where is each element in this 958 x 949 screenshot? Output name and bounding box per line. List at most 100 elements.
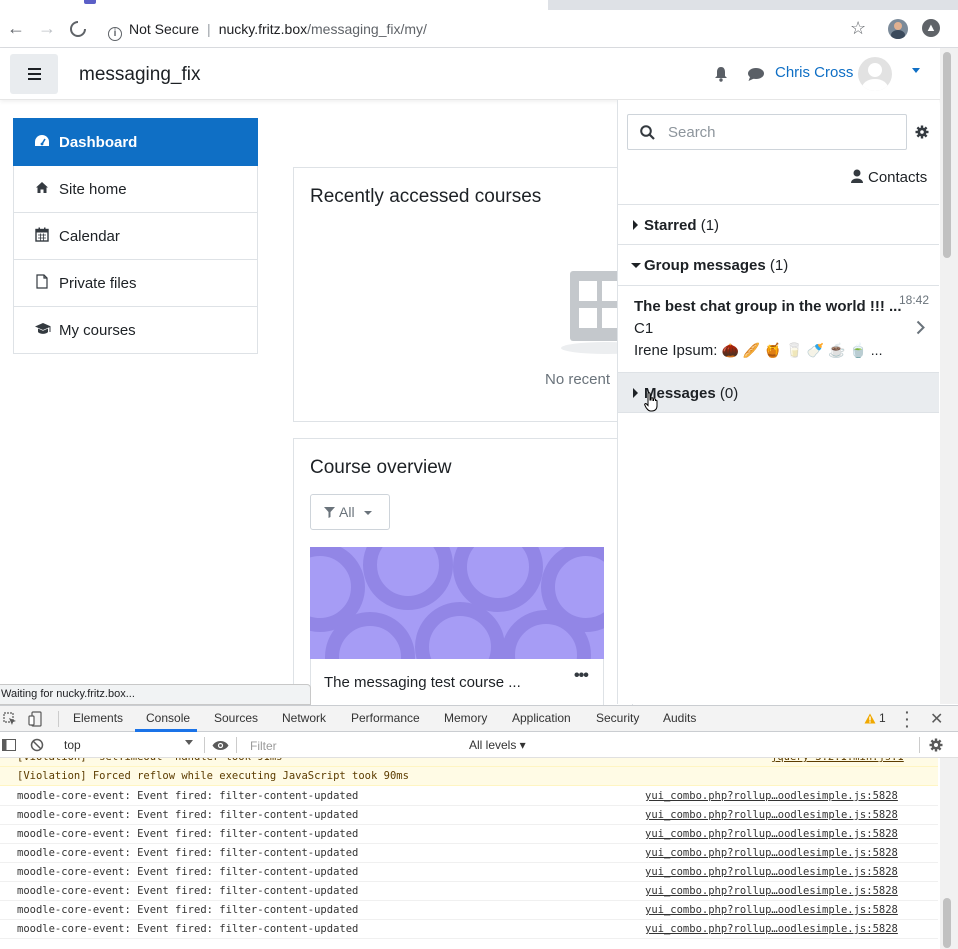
tab-audits[interactable]: Audits [663, 711, 696, 725]
chat-bubble-icon[interactable] [747, 67, 765, 82]
log-message: moodle-core-event: Event fired: filter-c… [17, 828, 359, 840]
loading-spinner-icon[interactable] [68, 19, 88, 39]
site-name[interactable]: messaging_fix [79, 64, 200, 86]
console-log: [Violation] 'setTimeout' handler took 91… [0, 758, 958, 949]
chevron-right-icon [916, 320, 925, 335]
preview-emoji: 🌰 🥖 🍯 🥛 🍼 ☕ 🍵 ... [721, 342, 883, 358]
chevron-down-icon [185, 740, 193, 745]
file-icon [34, 273, 50, 293]
back-arrow-icon[interactable]: ← [7, 18, 25, 38]
course-image[interactable] [310, 547, 604, 659]
close-icon[interactable]: ✕ [930, 709, 943, 729]
info-icon[interactable]: i [108, 27, 122, 41]
nav-item-label: Private files [59, 274, 137, 292]
warning-icon[interactable] [864, 713, 876, 724]
conversation-item[interactable]: The best chat group in the world !!! ...… [618, 286, 939, 372]
avatar[interactable] [858, 57, 892, 91]
console-filter-bar: top Filter All levels ▾ [0, 732, 958, 758]
tab-elements[interactable]: Elements [73, 711, 123, 725]
home-icon [34, 181, 50, 198]
conversation-time: 18:42 [899, 293, 930, 307]
tab-network[interactable]: Network [282, 711, 326, 725]
gear-icon[interactable] [915, 125, 929, 139]
menu-toggle-button[interactable] [10, 54, 58, 94]
toolbar-divider [919, 737, 920, 753]
console-filter-input[interactable]: Filter [250, 739, 277, 753]
course-actions-menu-icon[interactable]: ••• [574, 667, 589, 685]
scrollbar-thumb[interactable] [943, 898, 951, 948]
forward-arrow-icon[interactable]: → [38, 18, 56, 38]
browser-tab[interactable] [0, 0, 548, 10]
log-source-link[interactable]: yui_combo.php?rollup…oodlesimple.js:5828 [645, 806, 898, 825]
hamburger-icon-bar [28, 78, 41, 80]
starred-section-toggle[interactable]: Starred (1) [618, 204, 939, 245]
address-bar[interactable]: i Not Secure | nucky.fritz.box/messaging_fi… [108, 20, 427, 41]
scrollbar-thumb[interactable] [943, 52, 951, 258]
bell-icon[interactable] [713, 66, 729, 82]
log-source-link[interactable]: yui_combo.php?rollup…oodlesimple.js:5828 [645, 844, 898, 863]
inspect-element-icon[interactable] [3, 712, 17, 726]
device-toolbar-icon[interactable] [28, 711, 42, 727]
log-source-link[interactable]: yui_combo.php?rollup…oodlesimple.js:5828 [645, 920, 898, 939]
contacts-link[interactable]: Contacts [851, 169, 927, 186]
hamburger-icon [28, 68, 41, 70]
user-name[interactable]: Chris Cross [775, 64, 853, 81]
group-messages-section-toggle[interactable]: Group messages (1) [618, 245, 939, 286]
nav-item-site-home[interactable]: Site home [13, 166, 258, 213]
bookmark-star-icon[interactable]: ☆ [850, 18, 866, 39]
log-entry: [Violation] Forced reflow while executin… [0, 767, 938, 786]
course-filter-dropdown[interactable]: All [310, 494, 390, 530]
log-message: moodle-core-event: Event fired: filter-c… [17, 790, 359, 802]
messages-section-toggle[interactable]: Messages (0) [618, 372, 939, 413]
log-entry: moodle-core-event: Event fired: filter-c… [0, 825, 938, 844]
conversation-subtitle: C1 [634, 320, 654, 337]
conversation-title: The best chat group in the world !!! ... [634, 298, 902, 315]
tab-console[interactable]: Console [146, 711, 190, 725]
log-message: [Violation] 'setTimeout' handler took 91… [17, 758, 283, 767]
sidebar-toggle-icon[interactable] [2, 739, 16, 751]
update-arrow-icon[interactable]: ▲ [922, 19, 940, 37]
context-label: top [64, 738, 81, 752]
tab-performance[interactable]: Performance [351, 711, 420, 725]
security-label: Not Secure [129, 21, 200, 37]
recently-accessed-block: Recently accessed courses No recent [293, 167, 651, 422]
message-search-input[interactable]: Search [627, 114, 907, 150]
log-source-link[interactable]: yui_combo.php?rollup…oodlesimple.js:5828 [645, 882, 898, 901]
toolbar-divider [204, 737, 205, 753]
nav-item-my-courses[interactable]: My courses [13, 307, 258, 354]
settings-gear-icon[interactable] [929, 738, 943, 752]
course-card[interactable]: The messaging test course ... ••• [310, 659, 604, 709]
profile-avatar-icon[interactable] [888, 19, 908, 39]
log-source-link[interactable]: yui_combo.php?rollup…oodlesimple.js:5828 [645, 863, 898, 882]
log-message: moodle-core-event: Event fired: filter-c… [17, 847, 359, 859]
nav-item-calendar[interactable]: Calendar [13, 213, 258, 260]
clear-console-icon[interactable] [30, 738, 44, 752]
log-source-link[interactable]: yui_combo.php?rollup…oodlesimple.js:5828 [645, 825, 898, 844]
search-placeholder: Search [668, 124, 716, 141]
eye-icon[interactable] [212, 740, 229, 751]
course-name[interactable]: The messaging test course ... [324, 674, 521, 691]
nav-item-private-files[interactable]: Private files [13, 260, 258, 307]
context-selector[interactable]: top [58, 735, 198, 755]
log-source-link[interactable]: yui_combo.php?rollup…oodlesimple.js:5828 [645, 901, 898, 920]
log-levels-dropdown[interactable]: All levels ▾ [469, 738, 526, 752]
page-scrollbar[interactable] [940, 48, 958, 704]
log-source-link[interactable]: jquery-3.2.1.min.js:1 [771, 758, 904, 767]
kebab-menu-icon[interactable]: · · · [905, 705, 910, 733]
filter-icon [324, 507, 335, 518]
top-navbar: messaging_fix Chris Cross [0, 48, 940, 100]
caret-right-icon [633, 220, 638, 230]
tab-sources[interactable]: Sources [214, 711, 258, 725]
tab-security[interactable]: Security [596, 711, 639, 725]
browser-tab-strip [0, 0, 958, 10]
tab-application[interactable]: Application [512, 711, 571, 725]
devtools-tab-bar: Elements Console Sources Network Perform… [0, 705, 958, 733]
tab-memory[interactable]: Memory [444, 711, 487, 725]
empty-message: No recent [545, 371, 611, 388]
nav-item-dashboard[interactable]: Dashboard [13, 118, 258, 166]
user-menu-caret-icon[interactable] [912, 68, 920, 73]
console-scrollbar[interactable] [940, 758, 958, 949]
log-source-link[interactable]: yui_combo.php?rollup…oodlesimple.js:5828 [645, 787, 898, 806]
section-count: (0) [719, 385, 739, 402]
chevron-down-icon [364, 511, 373, 515]
